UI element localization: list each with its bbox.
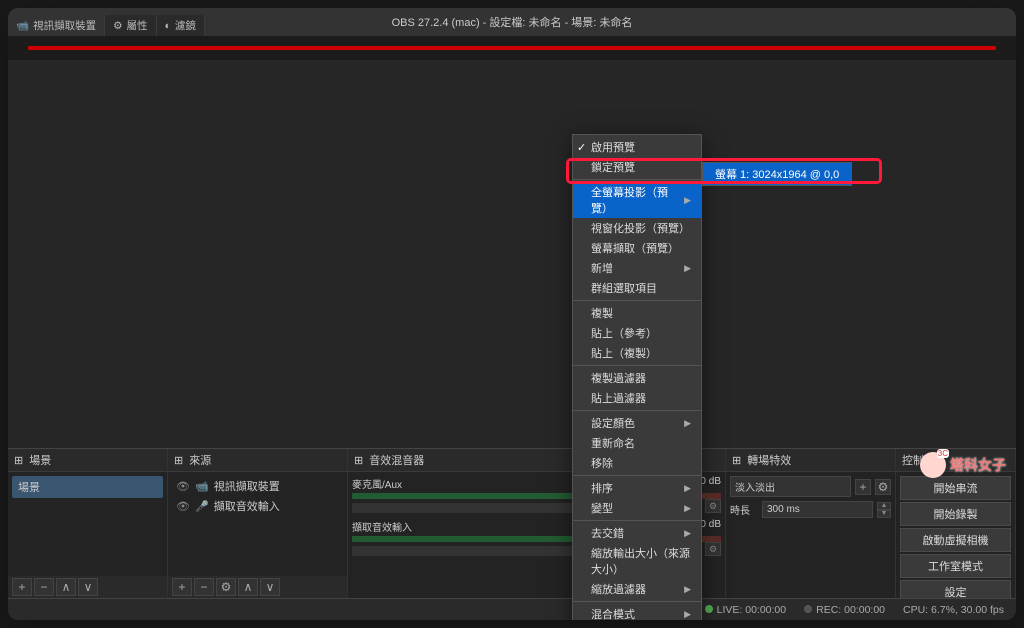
gear-icon[interactable]: ⚙ <box>875 479 891 495</box>
spin-down[interactable]: ▼ <box>877 510 891 518</box>
preview-canvas: 17:31 ⚡ Mot KED! 魔法氣泡 TETRIS 2 大富翁10 MOT… <box>28 46 996 50</box>
visibility-icon[interactable]: 👁 <box>176 500 190 513</box>
tab-filters[interactable]: ◐濾鏡 <box>157 15 205 36</box>
live-status: LIVE: 00:00:00 <box>705 604 786 616</box>
down-button[interactable]: ∨ <box>78 578 98 596</box>
add-button[interactable]: + <box>172 578 192 596</box>
up-button[interactable]: ∧ <box>56 578 76 596</box>
duration-input[interactable]: 300 ms <box>762 501 873 518</box>
context-menu-item[interactable]: 貼上（複製） <box>573 343 701 363</box>
tab-device[interactable]: 📹視訊擷取裝置 <box>8 15 105 36</box>
mic-icon: 🎤 <box>195 500 209 513</box>
context-menu-item[interactable]: 貼上（參考） <box>573 323 701 343</box>
submenu-item[interactable]: 螢幕 1: 3024x1964 @ 0,0 <box>703 163 851 185</box>
context-menu-item[interactable]: 重新命名 <box>573 433 701 453</box>
chevron-right-icon: ▶ <box>684 195 691 206</box>
preview-area[interactable]: 17:31 ⚡ Mot KED! 魔法氣泡 TETRIS 2 大富翁10 MOT… <box>8 36 1016 60</box>
down-button[interactable]: ∨ <box>260 578 280 596</box>
watermark-icon <box>920 452 946 478</box>
chevron-right-icon: ▶ <box>684 263 691 274</box>
spin-up[interactable]: ▲ <box>877 502 891 510</box>
context-menu-item[interactable]: 螢幕擷取（預覽） <box>573 238 701 258</box>
scenes-panel: ⊞場景 場景 + − ∧ ∨ <box>8 449 168 598</box>
context-menu[interactable]: 啟用預覽鎖定預覽全螢幕投影（預覽）▶視窗化投影（預覽）螢幕擷取（預覽）新增▶群組… <box>572 134 702 620</box>
app-window: OBS 27.2.4 (mac) - 設定檔: 未命名 - 場景: 未命名 📹視… <box>8 8 1016 620</box>
control-button[interactable]: 開始串流 <box>900 476 1011 500</box>
scene-item[interactable]: 場景 <box>12 476 163 498</box>
control-button[interactable]: 設定 <box>900 580 1011 598</box>
add-button[interactable]: + <box>12 578 32 596</box>
context-menu-item[interactable]: 複製過濾器 <box>573 368 701 388</box>
context-menu-item[interactable]: 混合模式▶ <box>573 604 701 620</box>
remove-button[interactable]: − <box>34 578 54 596</box>
transitions-panel: ⊞轉場特效 淡入淡出 + ⚙ 時長 300 ms ▲ ▼ <box>726 449 896 598</box>
gear-icon[interactable]: ⚙ <box>705 542 721 556</box>
context-submenu[interactable]: 螢幕 1: 3024x1964 @ 0,0 <box>702 162 852 186</box>
tab-properties[interactable]: ⚙屬性 <box>105 15 156 36</box>
chevron-right-icon: ▶ <box>684 584 691 595</box>
gear-icon[interactable]: ⚙ <box>705 499 721 513</box>
context-menu-item[interactable]: 排序▶ <box>573 478 701 498</box>
grip-icon: ⊞ <box>354 454 363 467</box>
source-item[interactable]: 👁 📹 視訊擷取裝置 <box>172 476 343 496</box>
context-menu-item[interactable]: 貼上過濾器 <box>573 388 701 408</box>
cpu-status: CPU: 6.7%, 30.00 fps <box>903 604 1004 616</box>
context-menu-item[interactable]: 設定顏色▶ <box>573 413 701 433</box>
statusbar: LIVE: 00:00:00 REC: 00:00:00 CPU: 6.7%, … <box>8 598 1016 620</box>
context-menu-item[interactable]: 全螢幕投影（預覽）▶ <box>573 182 701 218</box>
duration-label: 時長 <box>730 502 758 517</box>
add-button[interactable]: + <box>855 479 871 495</box>
context-menu-item[interactable]: 新增▶ <box>573 258 701 278</box>
context-menu-item[interactable]: 鎖定預覽 <box>573 157 701 177</box>
rec-status: REC: 00:00:00 <box>804 604 885 616</box>
context-menu-item[interactable]: 視窗化投影（預覽） <box>573 218 701 238</box>
preview-tabs: 📹視訊擷取裝置 ⚙屬性 ◐濾鏡 <box>8 15 205 36</box>
chevron-right-icon: ▶ <box>684 418 691 429</box>
context-menu-item[interactable]: 複製 <box>573 303 701 323</box>
chevron-right-icon: ▶ <box>684 503 691 514</box>
transition-select[interactable]: 淡入淡出 <box>730 476 851 497</box>
control-button[interactable]: 開始錄製 <box>900 502 1011 526</box>
watermark: 塔科女子 <box>920 452 1006 478</box>
up-button[interactable]: ∧ <box>238 578 258 596</box>
camera-icon: 📹 <box>195 480 209 493</box>
grip-icon: ⊞ <box>174 454 183 467</box>
chevron-right-icon: ▶ <box>684 528 691 539</box>
sources-panel: ⊞來源 👁 📹 視訊擷取裝置 👁 🎤 擷取音效輸入 + − ⚙ ∧ ∨ <box>168 449 348 598</box>
context-menu-item[interactable]: 移除 <box>573 453 701 473</box>
control-button[interactable]: 工作室模式 <box>900 554 1011 578</box>
visibility-icon[interactable]: 👁 <box>176 480 190 493</box>
panel-header: ⊞場景 <box>8 449 167 472</box>
context-menu-item[interactable]: 變型▶ <box>573 498 701 518</box>
window-title: OBS 27.2.4 (mac) - 設定檔: 未命名 - 場景: 未命名 <box>392 14 633 30</box>
context-menu-item[interactable]: 縮放過濾器▶ <box>573 579 701 599</box>
dock-panels: ⊞場景 場景 + − ∧ ∨ ⊞來源 👁 📹 視訊擷取裝置 👁 <box>8 448 1016 598</box>
source-item[interactable]: 👁 🎤 擷取音效輸入 <box>172 496 343 516</box>
context-menu-item[interactable]: 縮放輸出大小（來源大小） <box>573 543 701 579</box>
context-menu-item[interactable]: 去交錯▶ <box>573 523 701 543</box>
grip-icon: ⊞ <box>14 454 23 467</box>
grip-icon: ⊞ <box>732 454 741 467</box>
context-menu-item[interactable]: 群組選取項目 <box>573 278 701 298</box>
remove-button[interactable]: − <box>194 578 214 596</box>
context-menu-item[interactable]: 啟用預覽 <box>573 137 701 157</box>
settings-button[interactable]: ⚙ <box>216 578 236 596</box>
control-button[interactable]: 啟動虛擬相機 <box>900 528 1011 552</box>
chevron-right-icon: ▶ <box>684 483 691 494</box>
chevron-right-icon: ▶ <box>684 609 691 620</box>
